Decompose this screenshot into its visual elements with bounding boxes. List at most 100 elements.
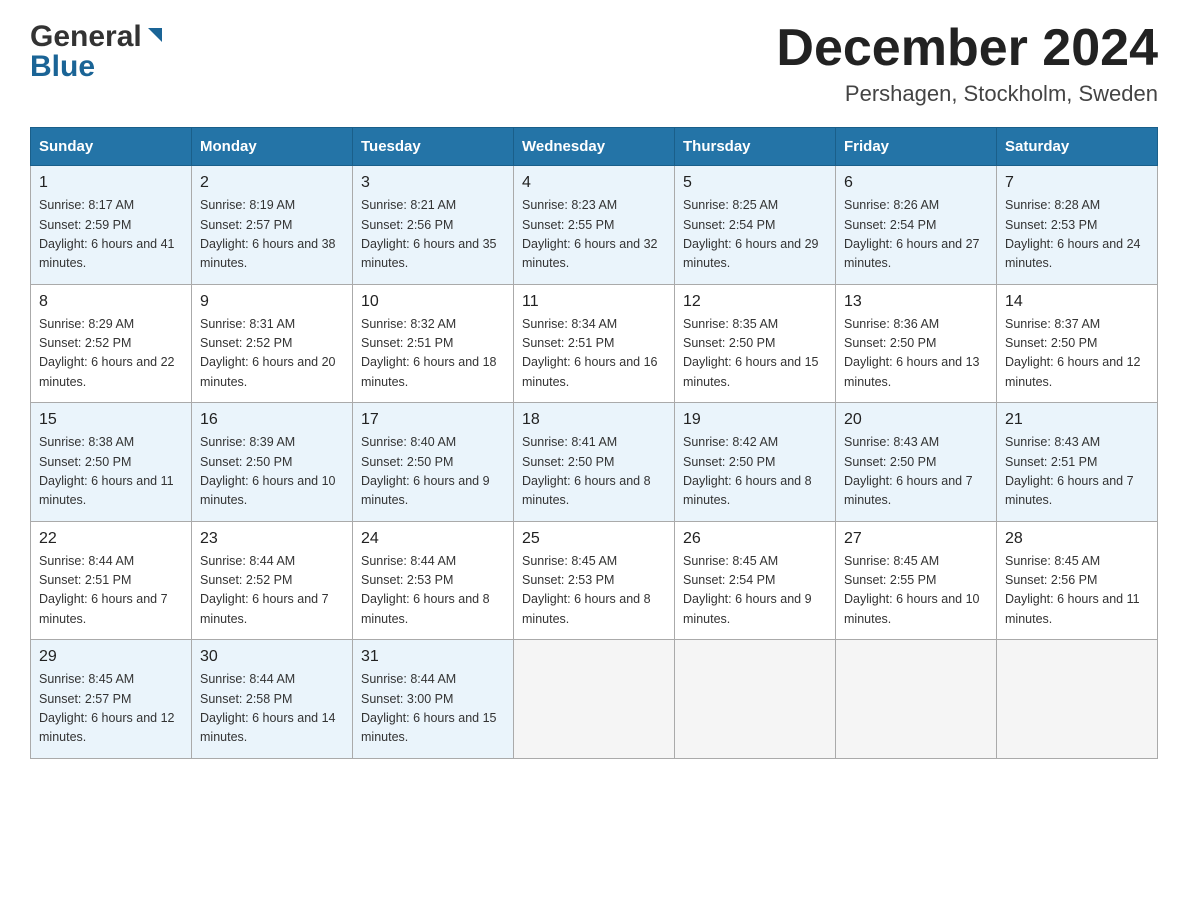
sunset-text: Sunset: 2:52 PM bbox=[200, 336, 292, 350]
day-number: 8 bbox=[39, 293, 183, 311]
title-block: December 2024 Pershagen, Stockholm, Swed… bbox=[776, 20, 1158, 107]
table-row bbox=[675, 640, 836, 759]
sunrise-text: Sunrise: 8:45 AM bbox=[844, 554, 939, 568]
table-row: 17Sunrise: 8:40 AMSunset: 2:50 PMDayligh… bbox=[353, 403, 514, 522]
table-row: 2Sunrise: 8:19 AMSunset: 2:57 PMDaylight… bbox=[192, 166, 353, 285]
day-number: 16 bbox=[200, 411, 344, 429]
table-row: 23Sunrise: 8:44 AMSunset: 2:52 PMDayligh… bbox=[192, 521, 353, 640]
day-info: Sunrise: 8:45 AMSunset: 2:53 PMDaylight:… bbox=[522, 552, 666, 630]
sunset-text: Sunset: 2:59 PM bbox=[39, 218, 131, 232]
col-tuesday: Tuesday bbox=[353, 128, 514, 166]
logo-arrow-icon bbox=[144, 24, 166, 46]
sunset-text: Sunset: 2:52 PM bbox=[200, 573, 292, 587]
sunrise-text: Sunrise: 8:31 AM bbox=[200, 317, 295, 331]
day-info: Sunrise: 8:40 AMSunset: 2:50 PMDaylight:… bbox=[361, 433, 505, 511]
daylight-text: Daylight: 6 hours and 29 minutes. bbox=[683, 237, 819, 270]
day-info: Sunrise: 8:23 AMSunset: 2:55 PMDaylight:… bbox=[522, 196, 666, 274]
sunrise-text: Sunrise: 8:17 AM bbox=[39, 198, 134, 212]
table-row: 10Sunrise: 8:32 AMSunset: 2:51 PMDayligh… bbox=[353, 284, 514, 403]
table-row: 18 Sunrise: 8:41 AMSunset: 2:50 PMDayligh… bbox=[514, 403, 675, 522]
day-info: Sunrise: 8:45 AMSunset: 2:56 PMDaylight:… bbox=[1005, 552, 1149, 630]
daylight-text: Daylight: 6 hours and 7 minutes. bbox=[844, 474, 973, 507]
table-row: 24Sunrise: 8:44 AMSunset: 2:53 PMDayligh… bbox=[353, 521, 514, 640]
day-info: Sunrise: 8:32 AMSunset: 2:51 PMDaylight:… bbox=[361, 315, 505, 393]
sunset-text: Sunset: 2:57 PM bbox=[39, 692, 131, 706]
day-number: 14 bbox=[1005, 293, 1149, 311]
day-number: 2 bbox=[200, 174, 344, 192]
sunset-text: Sunset: 2:54 PM bbox=[844, 218, 936, 232]
day-info: Sunrise: 8:45 AMSunset: 2:54 PMDaylight:… bbox=[683, 552, 827, 630]
daylight-text: Daylight: 6 hours and 15 minutes. bbox=[361, 711, 497, 744]
sunrise-text: Sunrise: 8:21 AM bbox=[361, 198, 456, 212]
daylight-text: Daylight: 6 hours and 22 minutes. bbox=[39, 355, 175, 388]
day-info: Sunrise: 8:43 AMSunset: 2:51 PMDaylight:… bbox=[1005, 433, 1149, 511]
day-number: 13 bbox=[844, 293, 988, 311]
col-saturday: Saturday bbox=[997, 128, 1158, 166]
table-row: 16 Sunrise: 8:39 AM Sunset: 2:50 PM Dayligh… bbox=[192, 403, 353, 522]
calendar-week-row: 15Sunrise: 8:38 AMSunset: 2:50 PMDayligh… bbox=[31, 403, 1158, 522]
daylight-text: Daylight: 6 hours and 10 minutes. bbox=[200, 474, 336, 507]
day-info: Sunrise: 8:45 AMSunset: 2:57 PMDaylight:… bbox=[39, 670, 183, 748]
sunset-text: Sunset: 2:55 PM bbox=[844, 573, 936, 587]
table-row bbox=[997, 640, 1158, 759]
sunrise-text: Sunrise: 8:42 AM bbox=[683, 435, 778, 449]
table-row: 12Sunrise: 8:35 AMSunset: 2:50 PMDayligh… bbox=[675, 284, 836, 403]
table-row: 1Sunrise: 8:17 AMSunset: 2:59 PMDaylight… bbox=[31, 166, 192, 285]
sunset-text: Sunset: 2:56 PM bbox=[1005, 573, 1097, 587]
day-number: 6 bbox=[844, 174, 988, 192]
day-number: 29 bbox=[39, 648, 183, 666]
sunrise-text: Sunrise: 8:40 AM bbox=[361, 435, 456, 449]
table-row: 19 Sunrise: 8:42 AMSunset: 2:50 PMDayligh… bbox=[675, 403, 836, 522]
day-info: Sunrise: 8:41 AMSunset: 2:50 PMDaylight:… bbox=[522, 433, 666, 511]
daylight-text: Daylight: 6 hours and 32 minutes. bbox=[522, 237, 658, 270]
table-row: 7Sunrise: 8:28 AMSunset: 2:53 PMDaylight… bbox=[997, 166, 1158, 285]
sunrise-text: Sunrise: 8:39 AM bbox=[200, 435, 295, 449]
sunset-text: Sunset: 2:50 PM bbox=[1005, 336, 1097, 350]
day-number: 26 bbox=[683, 530, 827, 548]
daylight-text: Daylight: 6 hours and 8 minutes. bbox=[361, 592, 490, 625]
sunset-text: Sunset: 2:57 PM bbox=[200, 218, 292, 232]
day-number: 17 bbox=[361, 411, 505, 429]
daylight-text: Daylight: 6 hours and 35 minutes. bbox=[361, 237, 497, 270]
table-row: 29 Sunrise: 8:45 AMSunset: 2:57 PMDayligh… bbox=[31, 640, 192, 759]
table-row: 3Sunrise: 8:21 AMSunset: 2:56 PMDaylight… bbox=[353, 166, 514, 285]
daylight-text: Daylight: 6 hours and 15 minutes. bbox=[683, 355, 819, 388]
sunset-text: Sunset: 2:51 PM bbox=[39, 573, 131, 587]
day-number: 5 bbox=[683, 174, 827, 192]
table-row: 14Sunrise: 8:37 AMSunset: 2:50 PMDayligh… bbox=[997, 284, 1158, 403]
day-number: 18 bbox=[522, 411, 666, 429]
col-friday: Friday bbox=[836, 128, 997, 166]
day-number: 23 bbox=[200, 530, 344, 548]
day-number: 19 bbox=[683, 411, 827, 429]
day-info: Sunrise: 8:42 AMSunset: 2:50 PMDaylight:… bbox=[683, 433, 827, 511]
day-info: Sunrise: 8:44 AMSunset: 2:58 PMDaylight:… bbox=[200, 670, 344, 748]
sunrise-text: Sunrise: 8:38 AM bbox=[39, 435, 134, 449]
sunrise-text: Sunrise: 8:44 AM bbox=[361, 554, 456, 568]
sunset-text: Sunset: 2:54 PM bbox=[683, 573, 775, 587]
sunset-text: Sunset: 2:53 PM bbox=[1005, 218, 1097, 232]
day-number: 12 bbox=[683, 293, 827, 311]
sunrise-text: Sunrise: 8:23 AM bbox=[522, 198, 617, 212]
day-info: Sunrise: 8:17 AM Sunset: 2:59 PM Daylight:… bbox=[39, 196, 183, 274]
daylight-text: Daylight: 6 hours and 14 minutes. bbox=[200, 711, 336, 744]
table-row bbox=[514, 640, 675, 759]
sunset-text: Sunset: 3:00 PM bbox=[361, 692, 453, 706]
sunset-text: Sunset: 2:50 PM bbox=[200, 455, 292, 469]
calendar-week-row: 8 Sunrise: 8:29 AM Sunset: 2:52 PM Daylight… bbox=[31, 284, 1158, 403]
day-number: 25 bbox=[522, 530, 666, 548]
calendar-table: Sunday Monday Tuesday Wednesday Thursday… bbox=[30, 127, 1158, 759]
month-title: December 2024 bbox=[776, 20, 1158, 77]
day-number: 7 bbox=[1005, 174, 1149, 192]
sunset-text: Sunset: 2:50 PM bbox=[683, 336, 775, 350]
daylight-text: Daylight: 6 hours and 7 minutes. bbox=[1005, 474, 1134, 507]
day-info: Sunrise: 8:38 AMSunset: 2:50 PMDaylight:… bbox=[39, 433, 183, 511]
col-monday: Monday bbox=[192, 128, 353, 166]
page-header: General Blue December 2024 Pershagen, St… bbox=[30, 20, 1158, 107]
sunrise-text: Sunrise: 8:45 AM bbox=[1005, 554, 1100, 568]
sunset-text: Sunset: 2:50 PM bbox=[361, 455, 453, 469]
table-row: 31Sunrise: 8:44 AMSunset: 3:00 PMDayligh… bbox=[353, 640, 514, 759]
daylight-text: Daylight: 6 hours and 16 minutes. bbox=[522, 355, 658, 388]
sunrise-text: Sunrise: 8:29 AM bbox=[39, 317, 134, 331]
daylight-text: Daylight: 6 hours and 41 minutes. bbox=[39, 237, 175, 270]
table-row: 21Sunrise: 8:43 AMSunset: 2:51 PMDayligh… bbox=[997, 403, 1158, 522]
